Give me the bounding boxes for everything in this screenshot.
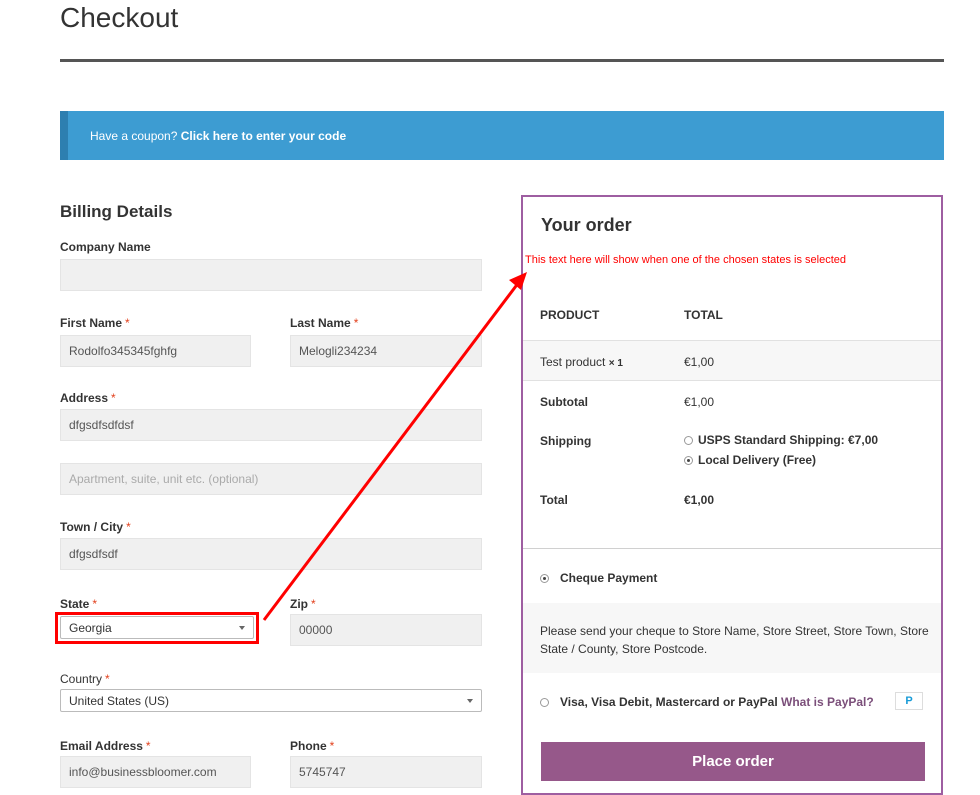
annotation-arrow (262, 272, 527, 621)
arrow-head-icon (509, 272, 527, 290)
arrow-shaft (262, 281, 521, 621)
